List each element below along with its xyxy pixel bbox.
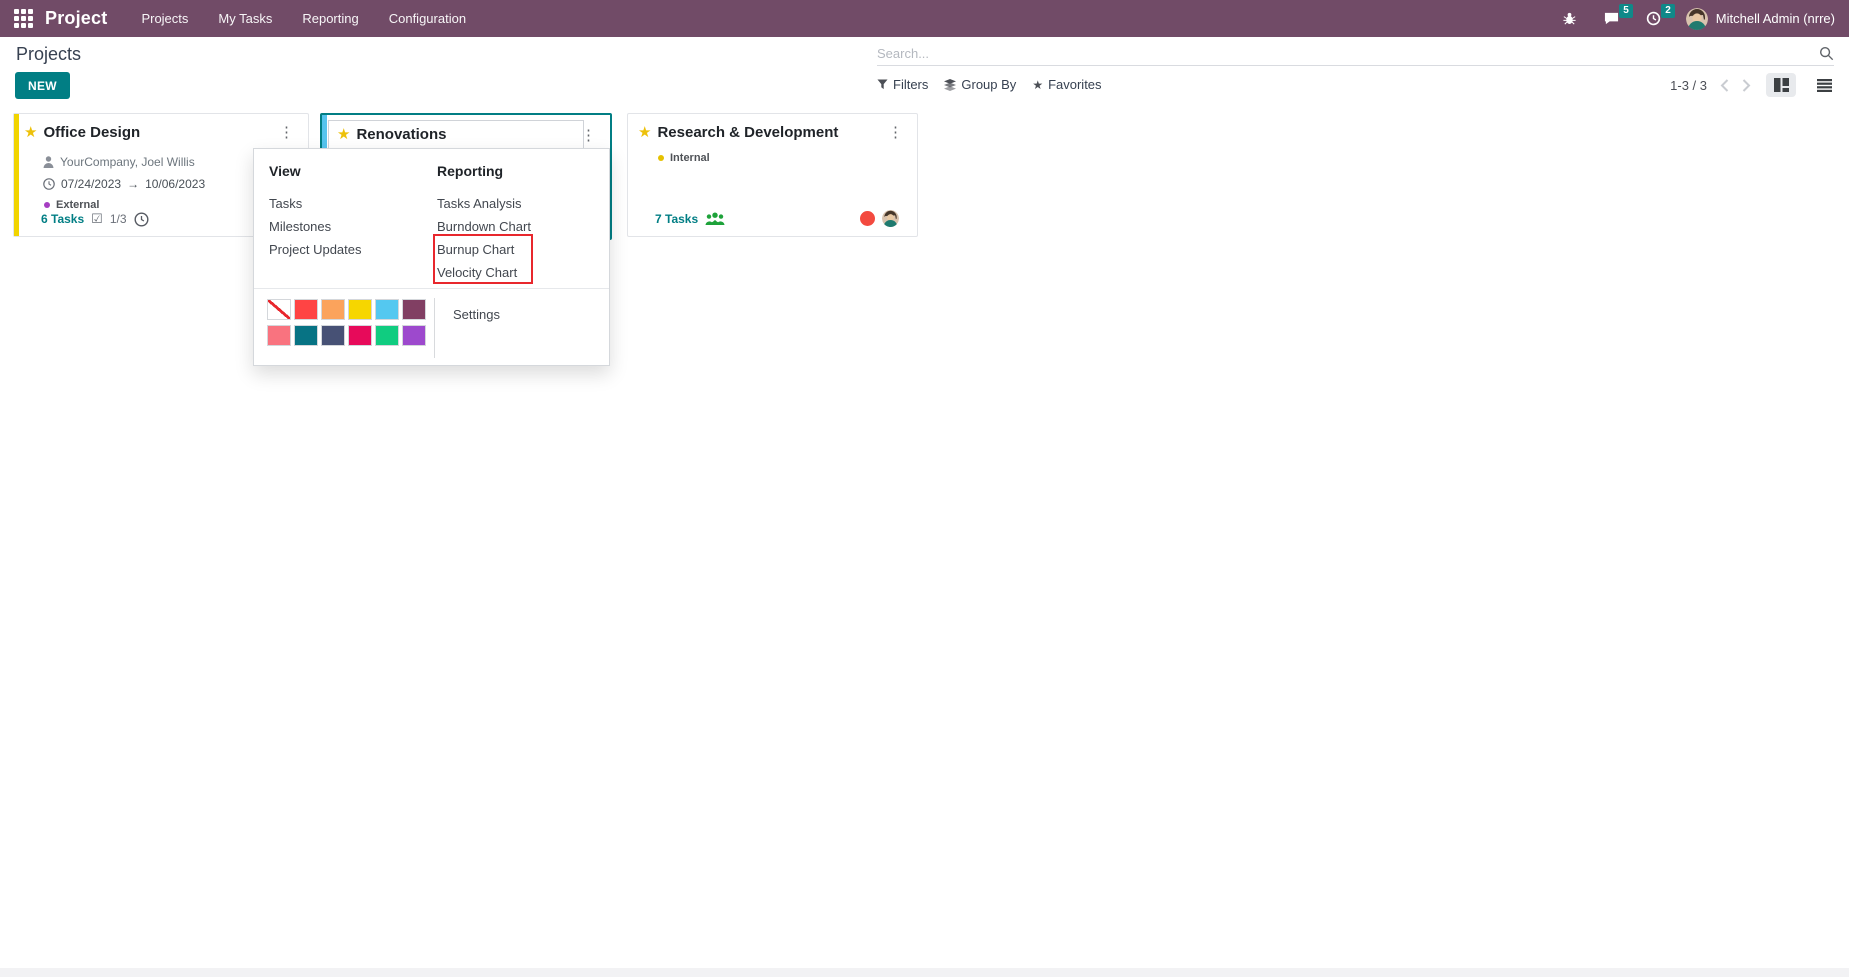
card-title: Office Design [43, 124, 141, 141]
color-swatch-dark-blue[interactable] [321, 325, 345, 346]
window-bottom-edge [0, 968, 1849, 977]
color-swatch-salmon[interactable] [267, 325, 291, 346]
card-title-box[interactable]: ★ Renovations [328, 120, 584, 149]
menu-vertical-divider [434, 298, 435, 358]
color-swatch-none[interactable] [267, 299, 291, 320]
card-color-bar [14, 114, 19, 236]
menu-item-tasks-analysis[interactable]: Tasks Analysis [437, 192, 531, 215]
color-swatch-orange[interactable] [321, 299, 345, 320]
color-palette [267, 299, 426, 346]
tag-dot [44, 202, 50, 208]
card-partner-row: YourCompany, Joel Willis [43, 155, 195, 169]
color-swatch-dark-purple[interactable] [402, 299, 426, 320]
menu-item-milestones[interactable]: Milestones [269, 215, 362, 238]
project-card-research-development[interactable]: ⋮ ★ Research & Development Internal 7 Ta… [627, 113, 918, 237]
favorite-star-icon[interactable]: ★ [24, 124, 37, 141]
card-kebab-menu-icon[interactable]: ⋮ [884, 122, 907, 144]
card-title: Research & Development [657, 124, 839, 141]
menu-view-section: View Tasks Milestones Project Updates [269, 163, 362, 261]
card-tag: External [44, 199, 99, 211]
color-swatch-purple[interactable] [402, 325, 426, 346]
card-date-start: 07/24/2023 [61, 177, 122, 191]
color-swatch-teal[interactable] [294, 325, 318, 346]
arrow-right-icon: → [127, 177, 140, 191]
card-title: Renovations [356, 126, 447, 143]
checklist-count: 1/3 [109, 212, 127, 226]
tag-dot [658, 155, 664, 161]
color-swatch-green[interactable] [375, 325, 399, 346]
card-kebab-menu-icon[interactable]: ⋮ [577, 125, 600, 147]
menu-item-settings[interactable]: Settings [453, 307, 500, 322]
tasks-count-link[interactable]: 7 Tasks [655, 212, 698, 226]
kanban-area: ⋮ ★ Office Design YourCompany, Joel Will… [0, 0, 1849, 977]
menu-item-burndown-chart[interactable]: Burndown Chart [437, 215, 531, 238]
checklist-icon: ☑ [91, 211, 103, 226]
card-tag: Internal [658, 152, 710, 164]
assignee-avatar[interactable] [882, 210, 899, 227]
tasks-count-link[interactable]: 6 Tasks [41, 212, 84, 226]
color-swatch-light-blue[interactable] [375, 299, 399, 320]
card-date-end: 10/06/2023 [145, 177, 206, 191]
status-dot[interactable] [860, 211, 875, 226]
menu-divider [254, 288, 609, 289]
card-header: ★ Office Design [24, 124, 140, 141]
menu-item-tasks[interactable]: Tasks [269, 192, 362, 215]
menu-item-burnup-chart[interactable]: Burnup Chart [437, 238, 531, 261]
menu-item-project-updates[interactable]: Project Updates [269, 238, 362, 261]
card-header: ★ Research & Development [638, 124, 838, 141]
tag-label: External [56, 199, 100, 211]
card-dates-row: 07/24/2023 → 10/06/2023 [43, 177, 205, 191]
team-icon [705, 212, 725, 225]
odoo-project-page: Project Projects My Tasks Reporting Conf… [0, 0, 1849, 977]
card-context-menu: View Tasks Milestones Project Updates Re… [253, 148, 610, 366]
color-swatch-yellow[interactable] [348, 299, 372, 320]
person-icon [43, 156, 54, 168]
menu-reporting-header: Reporting [437, 163, 504, 179]
menu-item-velocity-chart[interactable]: Velocity Chart [437, 261, 531, 284]
activity-clock-icon[interactable] [133, 211, 149, 227]
favorite-star-icon[interactable]: ★ [638, 124, 651, 141]
card-partner: YourCompany, Joel Willis [60, 155, 195, 169]
menu-reporting-section: Reporting Tasks Analysis Burndown Chart … [437, 163, 531, 284]
menu-view-header: View [269, 163, 301, 179]
card-footer: 7 Tasks [655, 210, 899, 227]
color-swatch-fuchsia[interactable] [348, 325, 372, 346]
color-swatch-red[interactable] [294, 299, 318, 320]
tag-label: Internal [670, 152, 710, 164]
favorite-star-icon[interactable]: ★ [337, 126, 350, 143]
clock-icon [43, 178, 55, 190]
card-kebab-menu-icon[interactable]: ⋮ [275, 122, 298, 144]
